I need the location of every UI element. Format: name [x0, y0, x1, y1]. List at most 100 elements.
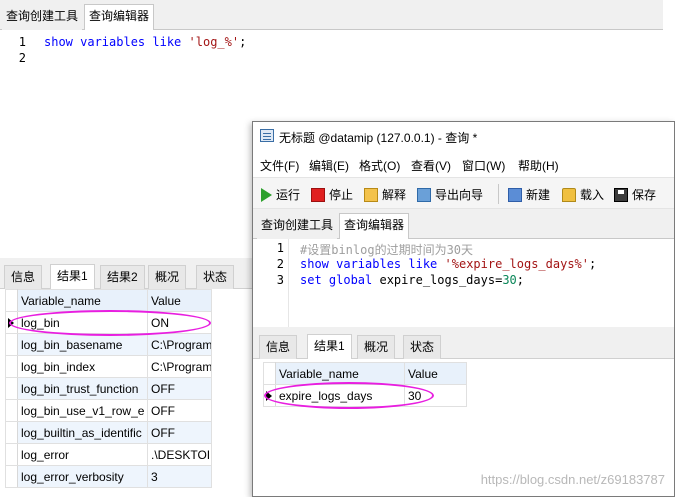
folder-icon [562, 187, 576, 202]
bg-result-tab-info[interactable]: 信息 [4, 265, 43, 289]
stop-button[interactable]: 停止 [311, 186, 353, 203]
fg-result-grid: Variable_name Value expire_logs_days 30 [263, 362, 467, 407]
menu-file[interactable]: 文件(F) [260, 157, 299, 174]
sql-string: 'log_%' [188, 35, 240, 49]
cell[interactable]: log_error_verbosity [17, 465, 148, 488]
explain-button[interactable]: 解释 [364, 186, 406, 203]
cell[interactable]: OFF [147, 421, 212, 444]
menu-view[interactable]: 查看(V) [411, 157, 451, 174]
cell[interactable]: log_error [17, 443, 148, 466]
save-button[interactable]: 保存 [614, 186, 656, 203]
load-button[interactable]: 载入 [562, 186, 604, 203]
sql-number: 30 [502, 273, 517, 287]
bg-result-tab-result1[interactable]: 结果1 [50, 264, 95, 289]
row-pointer-icon [8, 318, 14, 328]
save-icon [614, 187, 628, 202]
cell[interactable]: log_bin_trust_function [17, 377, 148, 400]
cell[interactable]: 30 [404, 384, 467, 407]
table-row[interactable]: log_bin_trust_function OFF [5, 377, 212, 400]
table-row[interactable]: log_bin_basename C:\Program [5, 333, 212, 356]
bg-result-tab-status[interactable]: 状态 [196, 265, 235, 289]
column-header-value[interactable]: Value [147, 289, 212, 312]
table-row[interactable]: log_bin_index C:\Program [5, 355, 212, 378]
query-window: 无标题 @datamip (127.0.0.1) - 查询 * 文件(F) 编辑… [252, 121, 675, 497]
row-indicator [5, 333, 18, 356]
table-row[interactable]: log_bin ON [5, 311, 212, 334]
bg-tab-query-builder[interactable]: 查询创建工具 [2, 5, 83, 30]
fg-sql-editor[interactable]: 1 2 3 #设置binlog的过期时间为30天 show variables … [253, 239, 674, 327]
bg-code-line-1: show variables like 'log_%'; [44, 35, 246, 49]
table-row[interactable]: log_bin_use_v1_row_e OFF [5, 399, 212, 422]
menu-edit[interactable]: 编辑(E) [309, 157, 349, 174]
bg-line-number: 2 [18, 51, 26, 65]
run-label: 运行 [276, 188, 301, 202]
column-header-variable-name[interactable]: Variable_name [17, 289, 148, 312]
column-header-variable-name[interactable]: Variable_name [275, 362, 405, 385]
window-title: 无标题 @datamip (127.0.0.1) - 查询 * [279, 131, 478, 145]
cell[interactable]: C:\Program [147, 355, 212, 378]
bg-result-tab-bar: 信息 结果1 结果2 概况 状态 [0, 262, 253, 289]
export-wizard-button[interactable]: 导出向导 [417, 186, 483, 203]
fg-result-tab-result1[interactable]: 结果1 [307, 334, 352, 359]
table-row[interactable]: expire_logs_days 30 [263, 384, 467, 407]
sql-terminator: ; [589, 257, 597, 271]
cell[interactable]: 3 [147, 465, 212, 488]
explain-label: 解释 [382, 188, 407, 202]
cell[interactable]: expire_logs_days [275, 384, 405, 407]
cell[interactable]: log_bin_index [17, 355, 148, 378]
cell[interactable]: log_builtin_as_identific [17, 421, 148, 444]
row-indicator [5, 289, 18, 312]
cell[interactable]: .\DESKTOI [147, 443, 212, 466]
fg-tab-query-editor[interactable]: 查询编辑器 [339, 213, 410, 239]
table-row[interactable]: log_error_verbosity 3 [5, 465, 212, 488]
fg-line-number: 1 [276, 241, 284, 255]
cell[interactable]: C:\Program [147, 333, 212, 356]
fg-line-number: 2 [276, 257, 284, 271]
menu-format[interactable]: 格式(O) [359, 157, 400, 174]
cell[interactable]: ON [147, 311, 212, 334]
fg-code-comment: #设置binlog的过期时间为30天 [300, 243, 474, 257]
fg-result-tab-info[interactable]: 信息 [259, 335, 298, 359]
fg-result-tab-overview[interactable]: 概况 [357, 335, 396, 359]
cell[interactable]: OFF [147, 377, 212, 400]
cell[interactable]: log_bin_basename [17, 333, 148, 356]
watermark: https://blog.csdn.net/z69183787 [480, 472, 665, 487]
export-icon [417, 187, 431, 202]
row-indicator [5, 355, 18, 378]
run-button[interactable]: 运行 [261, 186, 300, 203]
window-titlebar[interactable]: 无标题 @datamip (127.0.0.1) - 查询 * [253, 122, 674, 151]
menu-window[interactable]: 窗口(W) [462, 157, 505, 174]
sql-terminator: ; [239, 35, 247, 49]
row-indicator [5, 421, 18, 444]
cell[interactable]: log_bin [17, 311, 148, 334]
column-header-value[interactable]: Value [404, 362, 467, 385]
stop-label: 停止 [329, 188, 354, 202]
sql-terminator: ; [516, 273, 524, 287]
new-label: 新建 [526, 188, 551, 202]
cell[interactable]: log_bin_use_v1_row_e [17, 399, 148, 422]
bg-tab-query-editor[interactable]: 查询编辑器 [84, 4, 155, 30]
line-number-gutter: 1 2 3 [253, 239, 289, 327]
run-icon [261, 187, 272, 202]
table-row[interactable]: log_builtin_as_identific OFF [5, 421, 212, 444]
cell[interactable]: OFF [147, 399, 212, 422]
bg-result-tab-result2[interactable]: 结果2 [100, 265, 145, 289]
export-wizard-label: 导出向导 [435, 188, 484, 202]
menu-help[interactable]: 帮助(H) [518, 157, 559, 174]
bg-result-tab-overview[interactable]: 概况 [148, 265, 187, 289]
sql-string: '%expire_logs_days%' [444, 257, 590, 271]
current-row-indicator [5, 311, 18, 334]
fg-result-tab-status[interactable]: 状态 [403, 335, 442, 359]
grid-header-row: Variable_name Value [263, 362, 467, 385]
save-label: 保存 [632, 188, 657, 202]
bg-result-grid: Variable_name Value log_bin ON log_bin_b… [5, 289, 212, 488]
toolbar-separator [498, 184, 499, 204]
sql-keyword: set global [300, 273, 373, 287]
new-button[interactable]: 新建 [508, 186, 550, 203]
row-indicator [5, 465, 18, 488]
fg-tab-query-builder[interactable]: 查询创建工具 [257, 214, 338, 239]
sql-identifier: expire_logs_days= [379, 273, 503, 287]
table-row[interactable]: log_error .\DESKTOI [5, 443, 212, 466]
menu-bar: 文件(F) 编辑(E) 格式(O) 查看(V) 窗口(W) 帮助(H) [253, 151, 674, 177]
fg-tab-bar: 查询创建工具 查询编辑器 [253, 209, 674, 239]
